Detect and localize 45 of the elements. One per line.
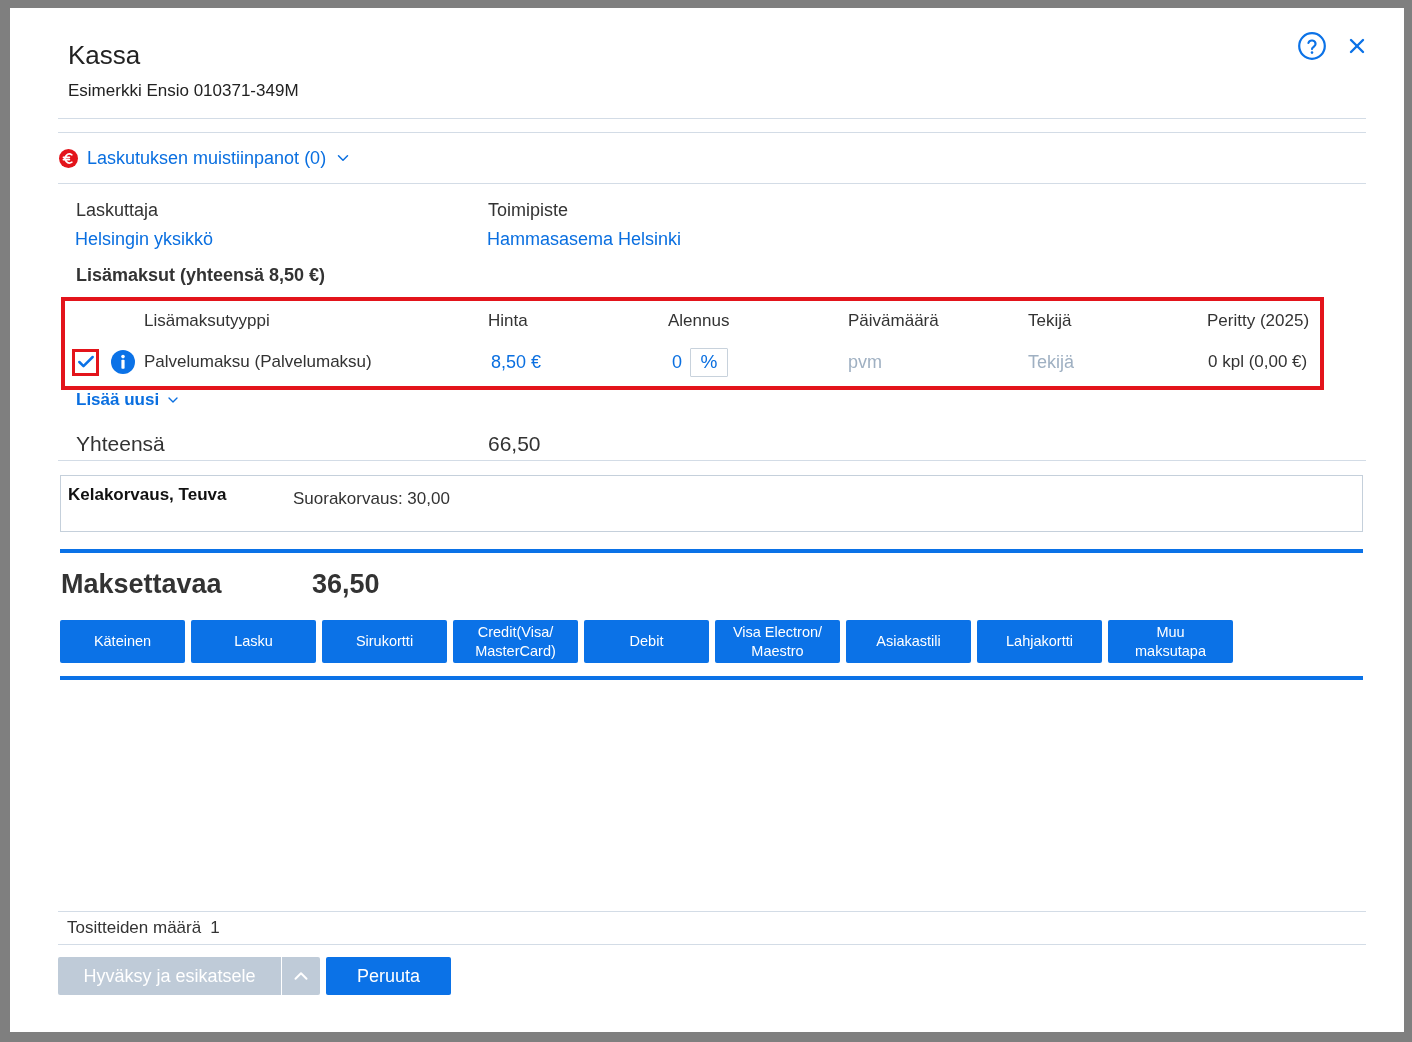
payment-method-button[interactable]: Muu maksutapa [1108,620,1233,663]
voucher-count-value: 1 [210,918,220,938]
payable-label: Maksettavaa [61,568,223,601]
total-value: 66,50 [488,431,542,457]
date-input[interactable]: pvm [848,351,998,373]
field-link[interactable]: Helsingin yksikkö [75,227,214,251]
checkbox[interactable] [72,348,99,376]
column-header: Alennus [668,310,731,332]
field-label: Laskuttaja [76,199,159,222]
payable-value: 36,50 [312,568,381,601]
column-header: Tekijä [1028,310,1073,332]
cancel-button[interactable]: Peruuta [326,957,451,995]
voucher-count-label: Tositteiden määrä [67,918,202,938]
performer-input[interactable]: Tekijä [1028,351,1178,373]
euro-icon [59,148,78,168]
discount-value[interactable]: 0 [672,351,682,373]
payment-method-button[interactable]: Lahjakortti [977,620,1102,663]
column-header: Peritty (2025) [1207,310,1311,332]
charged-count: 0 kpl (0,00 €) [1208,351,1308,373]
total-label: Yhteensä [76,431,166,457]
discount-unit-toggle[interactable]: % [690,347,728,377]
payment-method-button[interactable]: Käteinen [60,620,185,663]
column-header: Lisämaksutyyppi [144,310,271,332]
column-header: Päivämäärä [848,310,940,332]
price-value[interactable]: 8,50 € [491,351,542,373]
payment-method-button[interactable]: Credit(Visa/ MasterCard) [453,620,578,663]
patient-name: Esimerkki Ensio 010371-349M [68,80,299,102]
payment-method-button[interactable]: Sirukortti [322,620,447,663]
payment-method-button[interactable]: Visa Electron/ Maestro [715,620,840,663]
help-button[interactable] [1298,32,1326,60]
help-icon [1298,32,1326,60]
column-header: Hinta [488,310,529,332]
reimbursement-name: Kelakorvaus, Teuva [68,484,228,506]
payment-method-button[interactable]: Debit [584,620,709,663]
billing-notes-toggle[interactable]: Laskutuksen muistiinpanot (0) [87,146,353,170]
info-icon [111,350,135,374]
payment-method-button[interactable]: Lasku [191,620,316,663]
dialog-title: Kassa [68,39,142,71]
fee-type: Palvelumaksu (Palvelumaksu) [144,351,372,373]
payment-method-button[interactable]: Asiakastili [846,620,971,663]
reimbursement-detail: Suorakorvaus: 30,00 [293,488,451,510]
section-title: Lisämaksut (yhteensä 8,50 €) [76,264,327,287]
add-new-button[interactable]: Lisää uusi [76,390,182,410]
field-label: Toimipiste [488,199,569,222]
field-link[interactable]: Hammasasema Helsinki [487,227,682,251]
